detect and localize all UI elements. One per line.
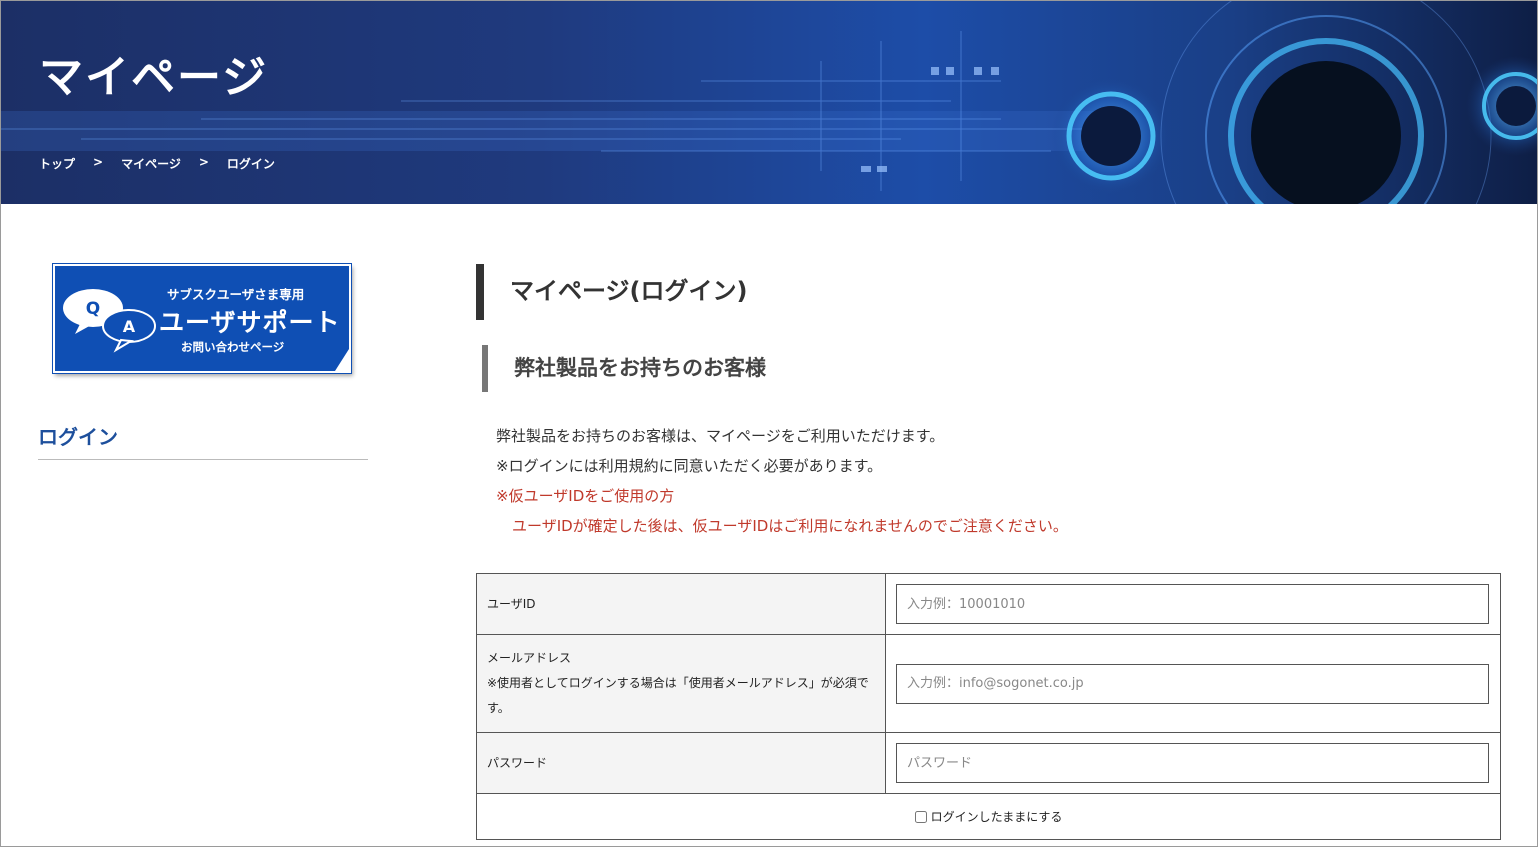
- email-note-text: ※使用者としてログインする場合は「使用者メールアドレス」が必須です。: [487, 676, 869, 715]
- user-support-banner[interactable]: Q A サブスクユーザさま専用 ユーザサポート お問い合わせページ: [52, 263, 352, 374]
- bubble-q-label: Q: [86, 299, 100, 319]
- page-title: マイページ: [39, 52, 269, 103]
- banner-main-text: ユーザサポート: [159, 308, 341, 337]
- email-label: メールアドレス ※使用者としてログインする場合は「使用者メールアドレス」が必須で…: [477, 635, 886, 732]
- user-id-cell: [886, 574, 1500, 634]
- password-row: パスワード: [477, 733, 1500, 794]
- page: マイページ トップ > マイページ > ログイン Q A サブスクユーザさま専用…: [0, 0, 1538, 847]
- breadcrumb: トップ > マイページ > ログイン: [39, 155, 275, 172]
- user-id-row: ユーザID: [477, 574, 1500, 635]
- banner-corner: [335, 349, 349, 371]
- bubble-a-label: A: [123, 317, 136, 336]
- breadcrumb-current: ログイン: [226, 157, 275, 171]
- breadcrumb-mypage-link[interactable]: マイページ: [121, 155, 181, 172]
- breadcrumb-home-link[interactable]: トップ: [39, 155, 75, 172]
- user-id-input[interactable]: [896, 584, 1489, 624]
- remember-row: ログインしたままにする: [477, 794, 1500, 839]
- intro-text: 弊社製品をお持ちのお客様は、マイページをご利用いただけます。 ※ログインには利用…: [496, 421, 1068, 541]
- password-cell: [886, 733, 1500, 793]
- section-heading: マイページ(ログイン): [476, 264, 747, 320]
- remember-checkbox[interactable]: [914, 810, 927, 823]
- remember-label[interactable]: ログインしたままにする: [914, 808, 1063, 825]
- remember-text: ログインしたままにする: [930, 810, 1063, 824]
- password-input[interactable]: [896, 743, 1489, 783]
- intro-line-2: ※ログインには利用規約に同意いただく必要があります。: [496, 457, 883, 475]
- password-label: パスワード: [477, 733, 886, 793]
- email-row: メールアドレス ※使用者としてログインする場合は「使用者メールアドレス」が必須で…: [477, 635, 1500, 733]
- login-form: ユーザID メールアドレス ※使用者としてログインする場合は「使用者メールアドレ…: [476, 573, 1501, 840]
- hero-banner: マイページ トップ > マイページ > ログイン: [1, 1, 1537, 204]
- banner-top-text: サブスクユーザさま専用: [167, 287, 305, 302]
- breadcrumb-separator: >: [93, 155, 104, 169]
- breadcrumb-separator: >: [198, 155, 209, 169]
- email-input[interactable]: [896, 663, 1489, 704]
- qa-bubbles-icon: Q A: [63, 289, 156, 353]
- sidebar-item-login[interactable]: ログイン: [38, 421, 368, 460]
- email-cell: [886, 635, 1500, 732]
- banner-sub-text: お問い合わせページ: [181, 340, 285, 354]
- email-label-text: メールアドレス: [487, 651, 572, 665]
- user-id-label-text: ユーザID: [487, 596, 536, 611]
- user-id-label: ユーザID: [477, 574, 886, 634]
- section-subheading: 弊社製品をお持ちのお客様: [482, 345, 766, 392]
- notice-title: ※仮ユーザIDをご使用の方: [496, 487, 675, 505]
- intro-line-1: 弊社製品をお持ちのお客様は、マイページをご利用いただけます。: [496, 427, 945, 445]
- notice-body: ユーザIDが確定した後は、仮ユーザIDはご利用になれませんのでご注意ください。: [512, 517, 1068, 535]
- password-label-text: パスワード: [487, 755, 548, 770]
